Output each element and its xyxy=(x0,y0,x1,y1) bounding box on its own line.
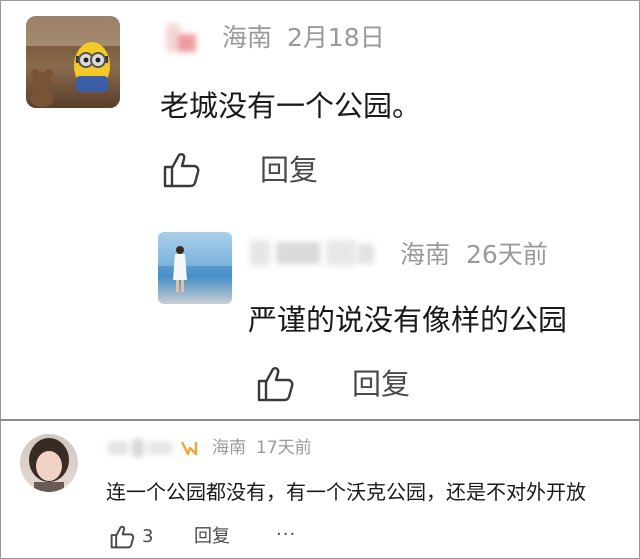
comment-location: 海南 xyxy=(212,438,246,458)
more-icon[interactable]: ··· xyxy=(276,522,296,548)
comment-time: 2月18日 xyxy=(287,23,385,52)
section-divider xyxy=(0,419,640,421)
like-button[interactable] xyxy=(160,150,202,190)
comment-location: 海南 xyxy=(400,240,451,269)
avatar[interactable] xyxy=(26,16,120,108)
reply-button[interactable]: 回复 xyxy=(194,524,230,550)
comment-time: 17天前 xyxy=(256,438,312,458)
username-blurred[interactable] xyxy=(106,436,176,460)
like-button[interactable] xyxy=(254,364,296,404)
comment-text: 连一个公园都没有，有一个沃克公园，还是不对外开放 xyxy=(106,480,586,504)
avatar[interactable] xyxy=(20,434,78,492)
username-blurred[interactable] xyxy=(164,20,204,56)
username-blurred[interactable] xyxy=(248,236,378,270)
thumbs-up-icon xyxy=(257,367,294,402)
thumbs-up-icon xyxy=(110,525,135,549)
like-count: 3 xyxy=(142,526,154,547)
badge-icon xyxy=(180,439,198,457)
comment-time: 26天前 xyxy=(466,240,548,269)
avatar[interactable] xyxy=(158,232,232,304)
comment-text: 严谨的说没有像样的公园 xyxy=(248,303,568,337)
reply-button[interactable]: 回复 xyxy=(352,364,410,404)
like-button[interactable] xyxy=(108,524,136,550)
comment-text: 老城没有一个公园。 xyxy=(160,89,422,123)
thumbs-up-icon xyxy=(163,153,200,188)
reply-button[interactable]: 回复 xyxy=(260,150,318,190)
comment-location: 海南 xyxy=(222,23,273,52)
